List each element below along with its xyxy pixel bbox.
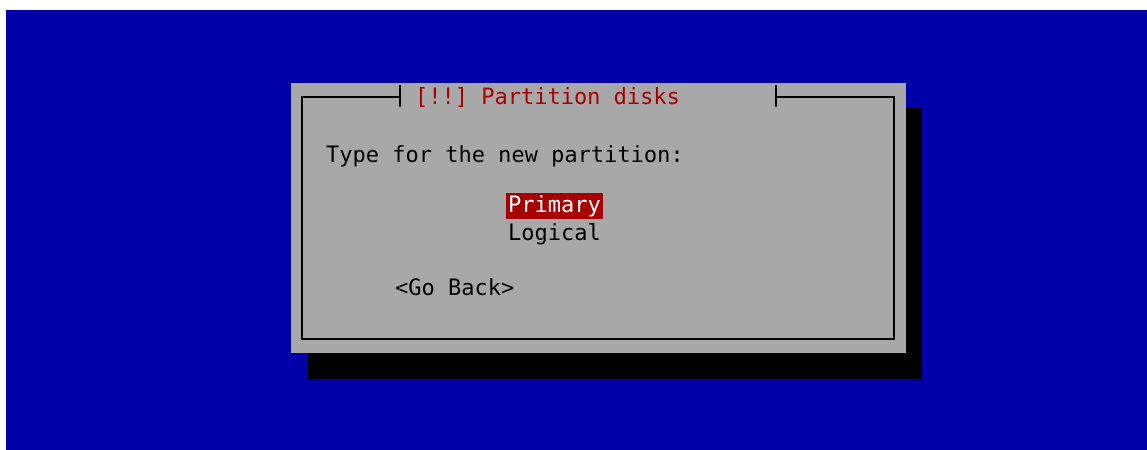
- go-back-button[interactable]: <Go Back>: [395, 276, 514, 302]
- frame-top-line-right: [777, 96, 895, 98]
- partition-type-prompt: Type for the new partition:: [326, 143, 684, 168]
- option-logical[interactable]: Logical: [506, 221, 603, 247]
- option-primary[interactable]: Primary: [506, 193, 603, 219]
- frame-top-line-left: [301, 96, 399, 98]
- title-left-tick: [399, 85, 401, 107]
- partition-dialog: [!!] Partition disks Type for the new pa…: [291, 83, 906, 353]
- dialog-title: [!!] Partition disks: [415, 85, 680, 110]
- title-right-tick: [775, 85, 777, 107]
